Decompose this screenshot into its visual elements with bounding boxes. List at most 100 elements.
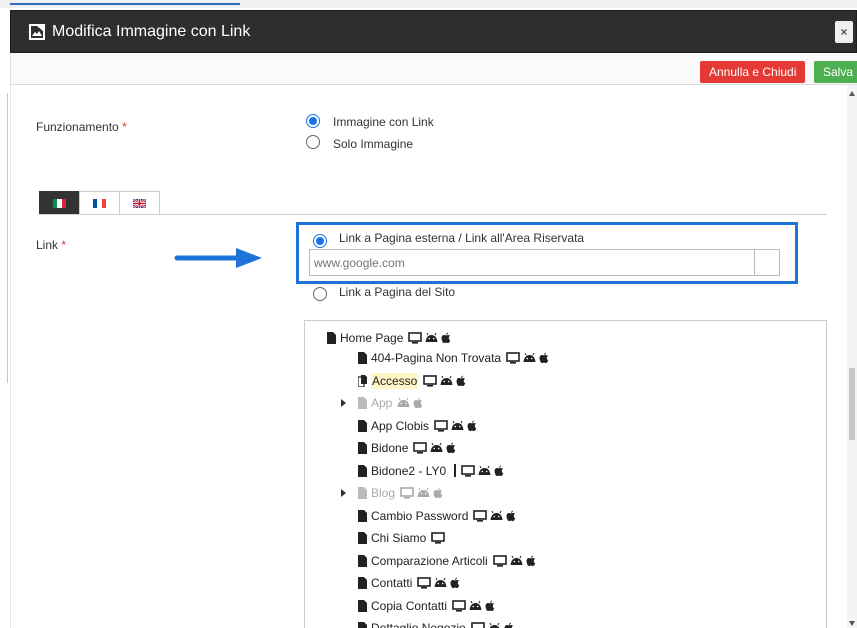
apple-icon bbox=[506, 510, 516, 521]
url-input-addon[interactable] bbox=[754, 249, 780, 276]
tree-item[interactable]: Blog bbox=[341, 483, 443, 503]
page-icon bbox=[358, 442, 367, 454]
radio-solo-immagine[interactable] bbox=[306, 135, 320, 149]
tree-item-label: Copia Contatti bbox=[371, 598, 448, 613]
tree-item[interactable]: 404-Pagina Non Trovata bbox=[358, 348, 549, 368]
android-icon bbox=[490, 510, 503, 520]
tree-item[interactable]: Dettaglio Negozio bbox=[358, 618, 514, 628]
device-icons bbox=[417, 577, 460, 589]
desktop-icon bbox=[492, 554, 507, 567]
france-flag-icon bbox=[93, 199, 106, 208]
desktop-icon bbox=[408, 332, 423, 344]
tree-item-home-page[interactable]: Home Page bbox=[327, 328, 451, 348]
tab-french[interactable] bbox=[79, 191, 120, 215]
desktop-icon bbox=[434, 419, 448, 432]
apple-icon bbox=[441, 332, 451, 344]
radio-label-solo-immagine: Solo Immagine bbox=[333, 137, 414, 151]
cancel-close-button[interactable]: Annulla e Chiudi bbox=[700, 61, 806, 83]
device-icons bbox=[434, 419, 477, 432]
root-device-icons bbox=[408, 332, 451, 344]
desktop-icon bbox=[473, 509, 488, 522]
android-icon bbox=[469, 600, 482, 610]
page-icon bbox=[358, 554, 367, 567]
android-icon bbox=[451, 420, 464, 430]
top-strip bbox=[0, 0, 857, 8]
tree-item-label: Contatti bbox=[371, 576, 413, 590]
tab-english[interactable] bbox=[119, 191, 160, 215]
device-icons bbox=[492, 554, 536, 567]
device-icons bbox=[431, 532, 446, 544]
url-input[interactable] bbox=[309, 249, 765, 276]
android-icon bbox=[434, 578, 447, 587]
tree-item-label: Cambio Password bbox=[371, 508, 469, 523]
close-button[interactable]: × bbox=[835, 21, 853, 43]
android-icon bbox=[425, 333, 438, 342]
desktop-icon bbox=[423, 374, 438, 387]
page-icon bbox=[358, 599, 367, 612]
android-icon bbox=[489, 623, 500, 628]
desktop-icon bbox=[506, 352, 520, 364]
page-icon bbox=[358, 577, 367, 589]
apple-icon bbox=[450, 577, 460, 589]
uk-flag-icon bbox=[133, 199, 146, 208]
tree-item[interactable]: Chi Siamo bbox=[358, 528, 446, 548]
expand-caret-icon[interactable] bbox=[341, 489, 346, 497]
tree-item-label: Bidone2 - LY0 bbox=[371, 463, 447, 478]
device-icons bbox=[470, 622, 514, 628]
tree-item[interactable]: Contatti bbox=[358, 573, 460, 593]
blue-arrow-icon bbox=[174, 248, 262, 268]
tab-italian[interactable] bbox=[39, 191, 80, 215]
site-page-tree: Home Page 404-Pagina Non Trovata Accesso A… bbox=[304, 320, 827, 628]
scroll-up-icon[interactable] bbox=[849, 91, 855, 96]
tree-item-label: Dettaglio Negozio bbox=[371, 621, 466, 628]
top-accent-line bbox=[10, 3, 240, 5]
link-label: Link * bbox=[36, 238, 67, 252]
tree-item[interactable]: Cambio Password bbox=[358, 506, 516, 526]
page-icon bbox=[327, 332, 336, 344]
desktop-icon bbox=[461, 464, 475, 477]
tabs-divider bbox=[39, 214, 827, 215]
desktop-icon bbox=[431, 532, 446, 544]
radio-label-link-esterno: Link a Pagina esterna / Link all'Area Ri… bbox=[339, 231, 585, 245]
vertical-scrollbar[interactable] bbox=[847, 85, 857, 628]
tree-item[interactable]: Accesso bbox=[358, 371, 466, 391]
apple-icon bbox=[456, 375, 466, 386]
android-icon bbox=[523, 353, 536, 362]
radio-link-esterno[interactable] bbox=[313, 234, 327, 248]
tree-item-label: Chi Siamo bbox=[371, 531, 427, 545]
apple-icon bbox=[433, 487, 443, 499]
page-icon bbox=[358, 509, 367, 522]
radio-immagine-con-link[interactable] bbox=[306, 114, 320, 128]
page-icon bbox=[358, 532, 367, 544]
page-icon bbox=[358, 397, 367, 409]
language-tabs bbox=[39, 191, 160, 215]
device-icons bbox=[423, 374, 466, 387]
apple-icon bbox=[485, 600, 495, 611]
tree-item[interactable]: Bidone bbox=[358, 438, 456, 458]
separator-bar bbox=[454, 464, 457, 477]
scrollbar-thumb[interactable] bbox=[849, 368, 855, 440]
desktop-icon bbox=[400, 487, 414, 499]
edit-image-icon bbox=[29, 23, 45, 40]
android-icon bbox=[430, 443, 443, 452]
apple-icon bbox=[504, 622, 513, 628]
tree-item-label: Bidone bbox=[371, 441, 409, 455]
tree-item[interactable]: App bbox=[341, 393, 423, 413]
tree-item-label: Comparazione Articoli bbox=[371, 553, 488, 568]
device-icons bbox=[400, 487, 443, 499]
tree-item-label: Accesso bbox=[371, 372, 419, 389]
tree-item[interactable]: App Clobis bbox=[358, 416, 477, 436]
device-icons bbox=[473, 509, 516, 522]
tree-item[interactable]: Copia Contatti bbox=[358, 596, 495, 616]
tree-item[interactable]: Bidone2 - LY0 bbox=[358, 461, 504, 481]
expand-caret-icon[interactable] bbox=[341, 399, 346, 407]
device-icons bbox=[506, 352, 549, 364]
apple-icon bbox=[467, 420, 477, 431]
page-edge-line bbox=[7, 93, 8, 383]
radio-label-link-pagina-sito: Link a Pagina del Sito bbox=[339, 285, 456, 299]
save-button[interactable]: Salva bbox=[814, 61, 857, 83]
tree-item[interactable]: Comparazione Articoli bbox=[358, 551, 536, 571]
apple-icon bbox=[539, 352, 549, 364]
scroll-down-icon[interactable] bbox=[849, 621, 855, 626]
radio-link-pagina-sito[interactable] bbox=[313, 287, 327, 301]
